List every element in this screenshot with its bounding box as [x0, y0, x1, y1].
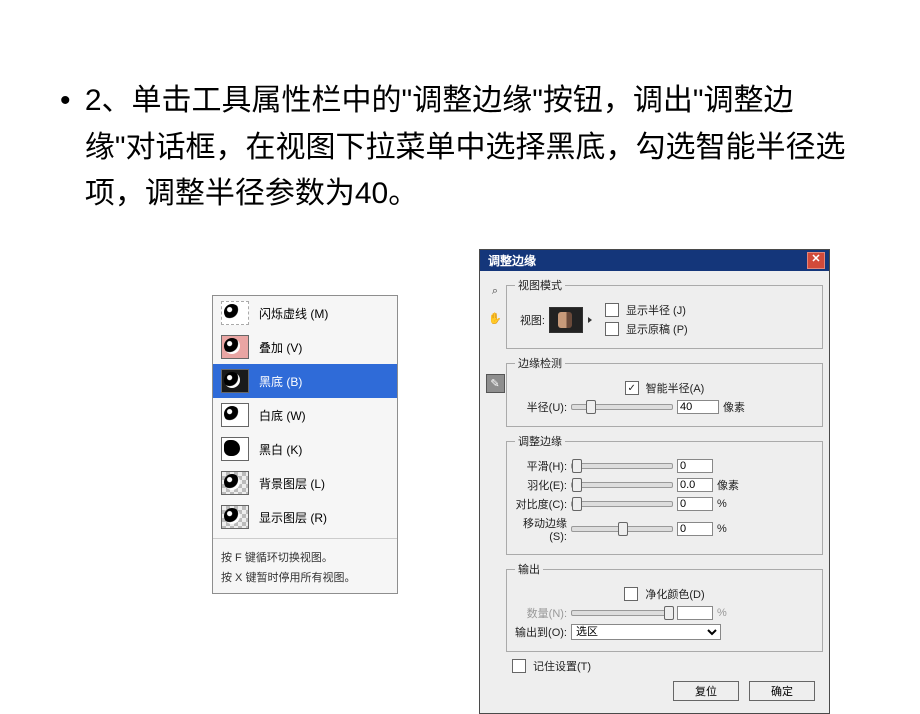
bullet: •: [60, 78, 71, 125]
view-menu-item[interactable]: 背景图层 (L): [213, 466, 397, 500]
instruction-text: • 2、单击工具属性栏中的"调整边缘"按钮，调出"调整边缘"对话框，在视图下拉菜…: [60, 78, 860, 218]
output-to-select[interactable]: 选区: [571, 624, 721, 640]
shift-unit: %: [717, 523, 727, 535]
view-label: 视图:: [515, 312, 545, 328]
radius-slider[interactable]: [571, 404, 673, 410]
feather-unit: 像素: [717, 477, 739, 493]
ok-button[interactable]: 确定: [749, 681, 815, 701]
checkbox-icon: [605, 322, 619, 336]
checkbox-icon: ✓: [625, 381, 639, 395]
view-menu-item[interactable]: 显示图层 (R): [213, 500, 397, 534]
view-mode-menu[interactable]: 闪烁虚线 (M) 叠加 (V) 黑底 (B) 白底 (W) 黑白 (K) 背景图层 (L)…: [212, 295, 398, 594]
contrast-unit: %: [717, 498, 727, 510]
view-menu-item[interactable]: 黑底 (B): [213, 364, 397, 398]
dialog-title: 调整边缘: [488, 252, 536, 269]
fieldset-edge-detect: 边缘检测 ✓ 智能半径(A) 半径(U): 像素: [506, 355, 823, 427]
footnote-cycle: 按 F 键循环切换视图。: [213, 543, 397, 569]
thumbnail-icon: [221, 369, 249, 393]
radius-unit: 像素: [723, 399, 745, 415]
output-to-label: 输出到(O):: [515, 624, 567, 640]
view-menu-item[interactable]: 黑白 (K): [213, 432, 397, 466]
smooth-slider[interactable]: [571, 463, 673, 469]
view-menu-item[interactable]: 闪烁虚线 (M): [213, 296, 397, 330]
legend-adjust-edge: 调整边缘: [515, 433, 565, 449]
checkbox-icon: [605, 303, 619, 317]
shift-input[interactable]: [677, 522, 713, 536]
tool-column: ⌕ ✋ ✎: [484, 274, 506, 709]
view-menu-item-label: 黑白 (K): [259, 441, 302, 458]
remember-label: 记住设置(T): [533, 658, 591, 674]
remember-settings-checkbox[interactable]: 记住设置(T): [512, 658, 591, 674]
view-menu-item-label: 叠加 (V): [259, 339, 302, 356]
view-menu-item-label: 背景图层 (L): [259, 475, 325, 492]
view-dropdown[interactable]: [549, 307, 583, 333]
view-menu-item-label: 显示图层 (R): [259, 509, 327, 526]
smooth-input[interactable]: [677, 459, 713, 473]
hand-icon[interactable]: ✋: [486, 309, 505, 328]
feather-input[interactable]: [677, 478, 713, 492]
contrast-slider[interactable]: [571, 501, 673, 507]
reset-button[interactable]: 复位: [673, 681, 739, 701]
dialog-titlebar[interactable]: 调整边缘 ✕: [480, 250, 829, 271]
show-original-checkbox[interactable]: 显示原稿 (P): [605, 321, 688, 337]
view-menu-item-label: 白底 (W): [259, 407, 306, 424]
radius-input[interactable]: [677, 400, 719, 414]
fieldset-view-mode: 视图模式 视图: 显示半径 (J) 显示原稿 (P): [506, 277, 823, 349]
checkbox-icon: [624, 587, 638, 601]
thumbnail-icon: [221, 505, 249, 529]
fieldset-output: 输出 净化颜色(D) 数量(N): % 输出到(O): 选区: [506, 561, 823, 652]
purify-label: 净化颜色(D): [645, 586, 704, 602]
amount-unit: %: [717, 607, 727, 619]
shift-label: 移动边缘(S):: [515, 515, 567, 543]
fieldset-adjust-edge: 调整边缘 平滑(H): 羽化(E): 像素 对比度(C):: [506, 433, 823, 555]
amount-input: [677, 606, 713, 620]
smart-radius-checkbox[interactable]: ✓ 智能半径(A): [625, 380, 705, 396]
thumbnail-icon: [221, 403, 249, 427]
amount-slider: [571, 610, 673, 616]
show-radius-label: 显示半径 (J): [626, 302, 686, 318]
show-original-label: 显示原稿 (P): [626, 321, 688, 337]
feather-slider[interactable]: [571, 482, 673, 488]
shift-slider[interactable]: [571, 526, 673, 532]
smooth-label: 平滑(H):: [515, 458, 567, 474]
radius-label: 半径(U):: [515, 399, 567, 415]
thumbnail-icon: [221, 471, 249, 495]
close-icon[interactable]: ✕: [807, 252, 825, 269]
view-menu-item[interactable]: 叠加 (V): [213, 330, 397, 364]
brush-icon[interactable]: ✎: [486, 374, 505, 393]
thumbnail-icon: [221, 301, 249, 325]
refine-edge-dialog: 调整边缘 ✕ ⌕ ✋ ✎ 视图模式 视图: 显示半径 (J): [479, 249, 830, 714]
view-menu-item-label: 闪烁虚线 (M): [259, 305, 328, 322]
smart-radius-label: 智能半径(A): [646, 380, 705, 396]
legend-view-mode: 视图模式: [515, 277, 565, 293]
legend-edge-detect: 边缘检测: [515, 355, 565, 371]
contrast-input[interactable]: [677, 497, 713, 511]
instruction-body: 2、单击工具属性栏中的"调整边缘"按钮，调出"调整边缘"对话框，在视图下拉菜单中…: [85, 78, 855, 218]
checkbox-icon: [512, 659, 526, 673]
footnote-disable: 按 X 键暂时停用所有视图。: [213, 569, 397, 593]
thumbnail-icon: [221, 437, 249, 461]
view-menu-item-label: 黑底 (B): [259, 373, 302, 390]
amount-label: 数量(N):: [515, 605, 567, 621]
view-menu-item[interactable]: 白底 (W): [213, 398, 397, 432]
purify-color-checkbox[interactable]: 净化颜色(D): [624, 586, 704, 602]
feather-label: 羽化(E):: [515, 477, 567, 493]
contrast-label: 对比度(C):: [515, 496, 567, 512]
legend-output: 输出: [515, 561, 543, 577]
zoom-icon[interactable]: ⌕: [486, 282, 505, 301]
show-radius-checkbox[interactable]: 显示半径 (J): [605, 302, 688, 318]
separator: [213, 538, 397, 539]
thumbnail-icon: [221, 335, 249, 359]
